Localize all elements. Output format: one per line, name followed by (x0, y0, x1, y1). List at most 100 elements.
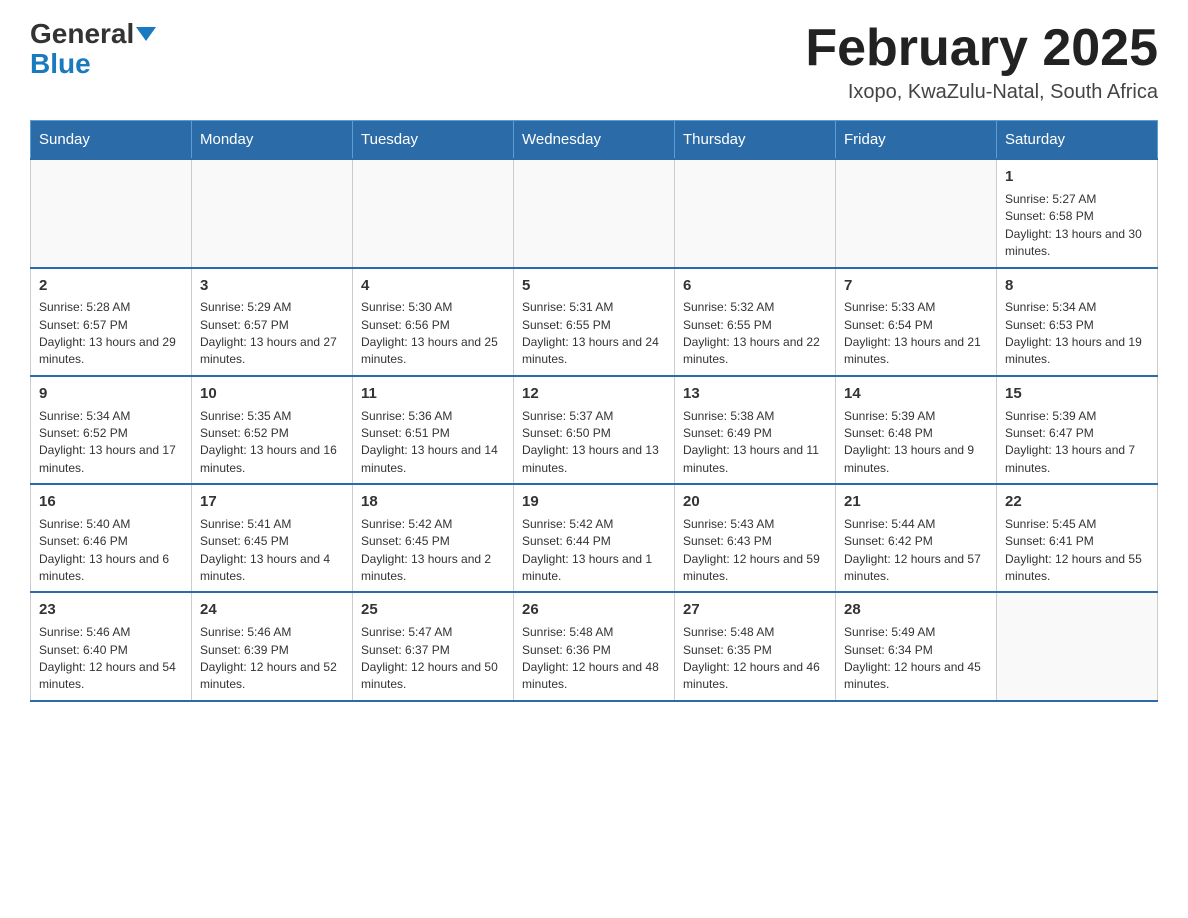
calendar-week-row: 2Sunrise: 5:28 AMSunset: 6:57 PMDaylight… (31, 268, 1158, 376)
day-info: Sunrise: 5:28 AMSunset: 6:57 PMDaylight:… (39, 299, 183, 369)
table-row: 8Sunrise: 5:34 AMSunset: 6:53 PMDaylight… (997, 268, 1158, 376)
day-info: Sunrise: 5:30 AMSunset: 6:56 PMDaylight:… (361, 299, 505, 369)
logo-general: General (30, 20, 134, 48)
table-row: 26 Sunrise: 5:48 AMSunset: 6:36 PMDayligh… (514, 592, 675, 700)
table-row: 15 Sunrise: 5:39 AMSunset: 6:47 PMDayligh… (997, 376, 1158, 484)
day-info: Sunrise: 5:35 AMSunset: 6:52 PMDaylight:… (200, 408, 344, 478)
col-thursday: Thursday (675, 121, 836, 160)
day-info: Sunrise: 5:43 AMSunset: 6:43 PMDaylight:… (683, 516, 827, 586)
day-number: 9 (39, 383, 183, 405)
day-number: 16 (39, 491, 183, 513)
day-number: 5 (522, 275, 666, 297)
table-row (836, 159, 997, 267)
day-info: Sunrise: 5:41 AMSunset: 6:45 PMDaylight:… (200, 516, 344, 586)
day-number: 28 (844, 599, 988, 621)
subtitle: Ixopo, KwaZulu-Natal, South Africa (805, 81, 1158, 104)
day-number: 17 (200, 491, 344, 513)
day-number: 12 (522, 383, 666, 405)
day-number: 8 (1005, 275, 1149, 297)
day-info: Sunrise: 5:33 AMSunset: 6:54 PMDaylight:… (844, 299, 988, 369)
table-row: 1 Sunrise: 5:27 AMSunset: 6:58 PMDaylight… (997, 159, 1158, 267)
day-info: Sunrise: 5:37 AMSunset: 6:50 PMDaylight:… (522, 408, 666, 478)
table-row: 20 Sunrise: 5:43 AMSunset: 6:43 PMDayligh… (675, 484, 836, 592)
day-number: 2 (39, 275, 183, 297)
calendar-table: Sunday Monday Tuesday Wednesday Thursday… (30, 120, 1158, 702)
col-wednesday: Wednesday (514, 121, 675, 160)
day-number: 14 (844, 383, 988, 405)
calendar-week-row: 23 Sunrise: 5:46 AMSunset: 6:40 PMDayligh… (31, 592, 1158, 700)
table-row: 18Sunrise: 5:42 AMSunset: 6:45 PMDayligh… (353, 484, 514, 592)
day-info: Sunrise: 5:42 AMSunset: 6:45 PMDaylight:… (361, 516, 505, 586)
day-info: Sunrise: 5:34 AMSunset: 6:53 PMDaylight:… (1005, 299, 1149, 369)
table-row (997, 592, 1158, 700)
day-number: 1 (1005, 166, 1149, 188)
table-row: 19 Sunrise: 5:42 AMSunset: 6:44 PMDayligh… (514, 484, 675, 592)
table-row (514, 159, 675, 267)
table-row: 14 Sunrise: 5:39 AMSunset: 6:48 PMDayligh… (836, 376, 997, 484)
table-row: 22 Sunrise: 5:45 AMSunset: 6:41 PMDayligh… (997, 484, 1158, 592)
col-monday: Monday (192, 121, 353, 160)
day-number: 3 (200, 275, 344, 297)
day-number: 4 (361, 275, 505, 297)
table-row: 12 Sunrise: 5:37 AMSunset: 6:50 PMDayligh… (514, 376, 675, 484)
day-number: 11 (361, 383, 505, 405)
logo-blue: Blue (30, 48, 91, 80)
page-header: General Blue February 2025 Ixopo, KwaZul… (30, 20, 1158, 104)
table-row (31, 159, 192, 267)
day-info: Sunrise: 5:44 AMSunset: 6:42 PMDaylight:… (844, 516, 988, 586)
calendar-header-row: Sunday Monday Tuesday Wednesday Thursday… (31, 121, 1158, 160)
table-row: 5Sunrise: 5:31 AMSunset: 6:55 PMDaylight… (514, 268, 675, 376)
logo: General Blue (30, 20, 156, 80)
day-number: 22 (1005, 491, 1149, 513)
day-number: 20 (683, 491, 827, 513)
col-tuesday: Tuesday (353, 121, 514, 160)
day-info: Sunrise: 5:39 AMSunset: 6:47 PMDaylight:… (1005, 408, 1149, 478)
table-row: 10 Sunrise: 5:35 AMSunset: 6:52 PMDayligh… (192, 376, 353, 484)
day-info: Sunrise: 5:45 AMSunset: 6:41 PMDaylight:… (1005, 516, 1149, 586)
table-row: 4Sunrise: 5:30 AMSunset: 6:56 PMDaylight… (353, 268, 514, 376)
table-row: 17 Sunrise: 5:41 AMSunset: 6:45 PMDayligh… (192, 484, 353, 592)
table-row: 16Sunrise: 5:40 AMSunset: 6:46 PMDayligh… (31, 484, 192, 592)
day-info: Sunrise: 5:31 AMSunset: 6:55 PMDaylight:… (522, 299, 666, 369)
col-friday: Friday (836, 121, 997, 160)
day-number: 24 (200, 599, 344, 621)
day-info: Sunrise: 5:42 AMSunset: 6:44 PMDaylight:… (522, 516, 666, 586)
day-info: Sunrise: 5:38 AMSunset: 6:49 PMDaylight:… (683, 408, 827, 478)
day-number: 13 (683, 383, 827, 405)
day-info: Sunrise: 5:36 AMSunset: 6:51 PMDaylight:… (361, 408, 505, 478)
table-row: 6Sunrise: 5:32 AMSunset: 6:55 PMDaylight… (675, 268, 836, 376)
table-row (192, 159, 353, 267)
calendar-week-row: 9 Sunrise: 5:34 AMSunset: 6:52 PMDaylight… (31, 376, 1158, 484)
day-info: Sunrise: 5:39 AMSunset: 6:48 PMDaylight:… (844, 408, 988, 478)
title-section: February 2025 Ixopo, KwaZulu-Natal, Sout… (805, 20, 1158, 104)
table-row: 28 Sunrise: 5:49 AMSunset: 6:34 PMDayligh… (836, 592, 997, 700)
day-number: 21 (844, 491, 988, 513)
day-info: Sunrise: 5:34 AMSunset: 6:52 PMDaylight:… (39, 408, 183, 478)
day-number: 27 (683, 599, 827, 621)
day-info: Sunrise: 5:48 AMSunset: 6:36 PMDaylight:… (522, 624, 666, 694)
day-info: Sunrise: 5:48 AMSunset: 6:35 PMDaylight:… (683, 624, 827, 694)
day-info: Sunrise: 5:46 AMSunset: 6:40 PMDaylight:… (39, 624, 183, 694)
day-info: Sunrise: 5:29 AMSunset: 6:57 PMDaylight:… (200, 299, 344, 369)
table-row: 27 Sunrise: 5:48 AMSunset: 6:35 PMDayligh… (675, 592, 836, 700)
day-info: Sunrise: 5:46 AMSunset: 6:39 PMDaylight:… (200, 624, 344, 694)
table-row: 2Sunrise: 5:28 AMSunset: 6:57 PMDaylight… (31, 268, 192, 376)
table-row: 13 Sunrise: 5:38 AMSunset: 6:49 PMDayligh… (675, 376, 836, 484)
table-row: 9 Sunrise: 5:34 AMSunset: 6:52 PMDaylight… (31, 376, 192, 484)
day-number: 26 (522, 599, 666, 621)
calendar-week-row: 1 Sunrise: 5:27 AMSunset: 6:58 PMDaylight… (31, 159, 1158, 267)
day-number: 23 (39, 599, 183, 621)
day-number: 25 (361, 599, 505, 621)
table-row: 24 Sunrise: 5:46 AMSunset: 6:39 PMDayligh… (192, 592, 353, 700)
day-number: 15 (1005, 383, 1149, 405)
main-title: February 2025 (805, 20, 1158, 77)
day-info: Sunrise: 5:27 AMSunset: 6:58 PMDaylight:… (1005, 191, 1149, 261)
day-number: 10 (200, 383, 344, 405)
table-row: 11 Sunrise: 5:36 AMSunset: 6:51 PMDayligh… (353, 376, 514, 484)
col-saturday: Saturday (997, 121, 1158, 160)
day-number: 19 (522, 491, 666, 513)
table-row: 25 Sunrise: 5:47 AMSunset: 6:37 PMDayligh… (353, 592, 514, 700)
day-info: Sunrise: 5:47 AMSunset: 6:37 PMDaylight:… (361, 624, 505, 694)
calendar-week-row: 16Sunrise: 5:40 AMSunset: 6:46 PMDayligh… (31, 484, 1158, 592)
day-info: Sunrise: 5:49 AMSunset: 6:34 PMDaylight:… (844, 624, 988, 694)
